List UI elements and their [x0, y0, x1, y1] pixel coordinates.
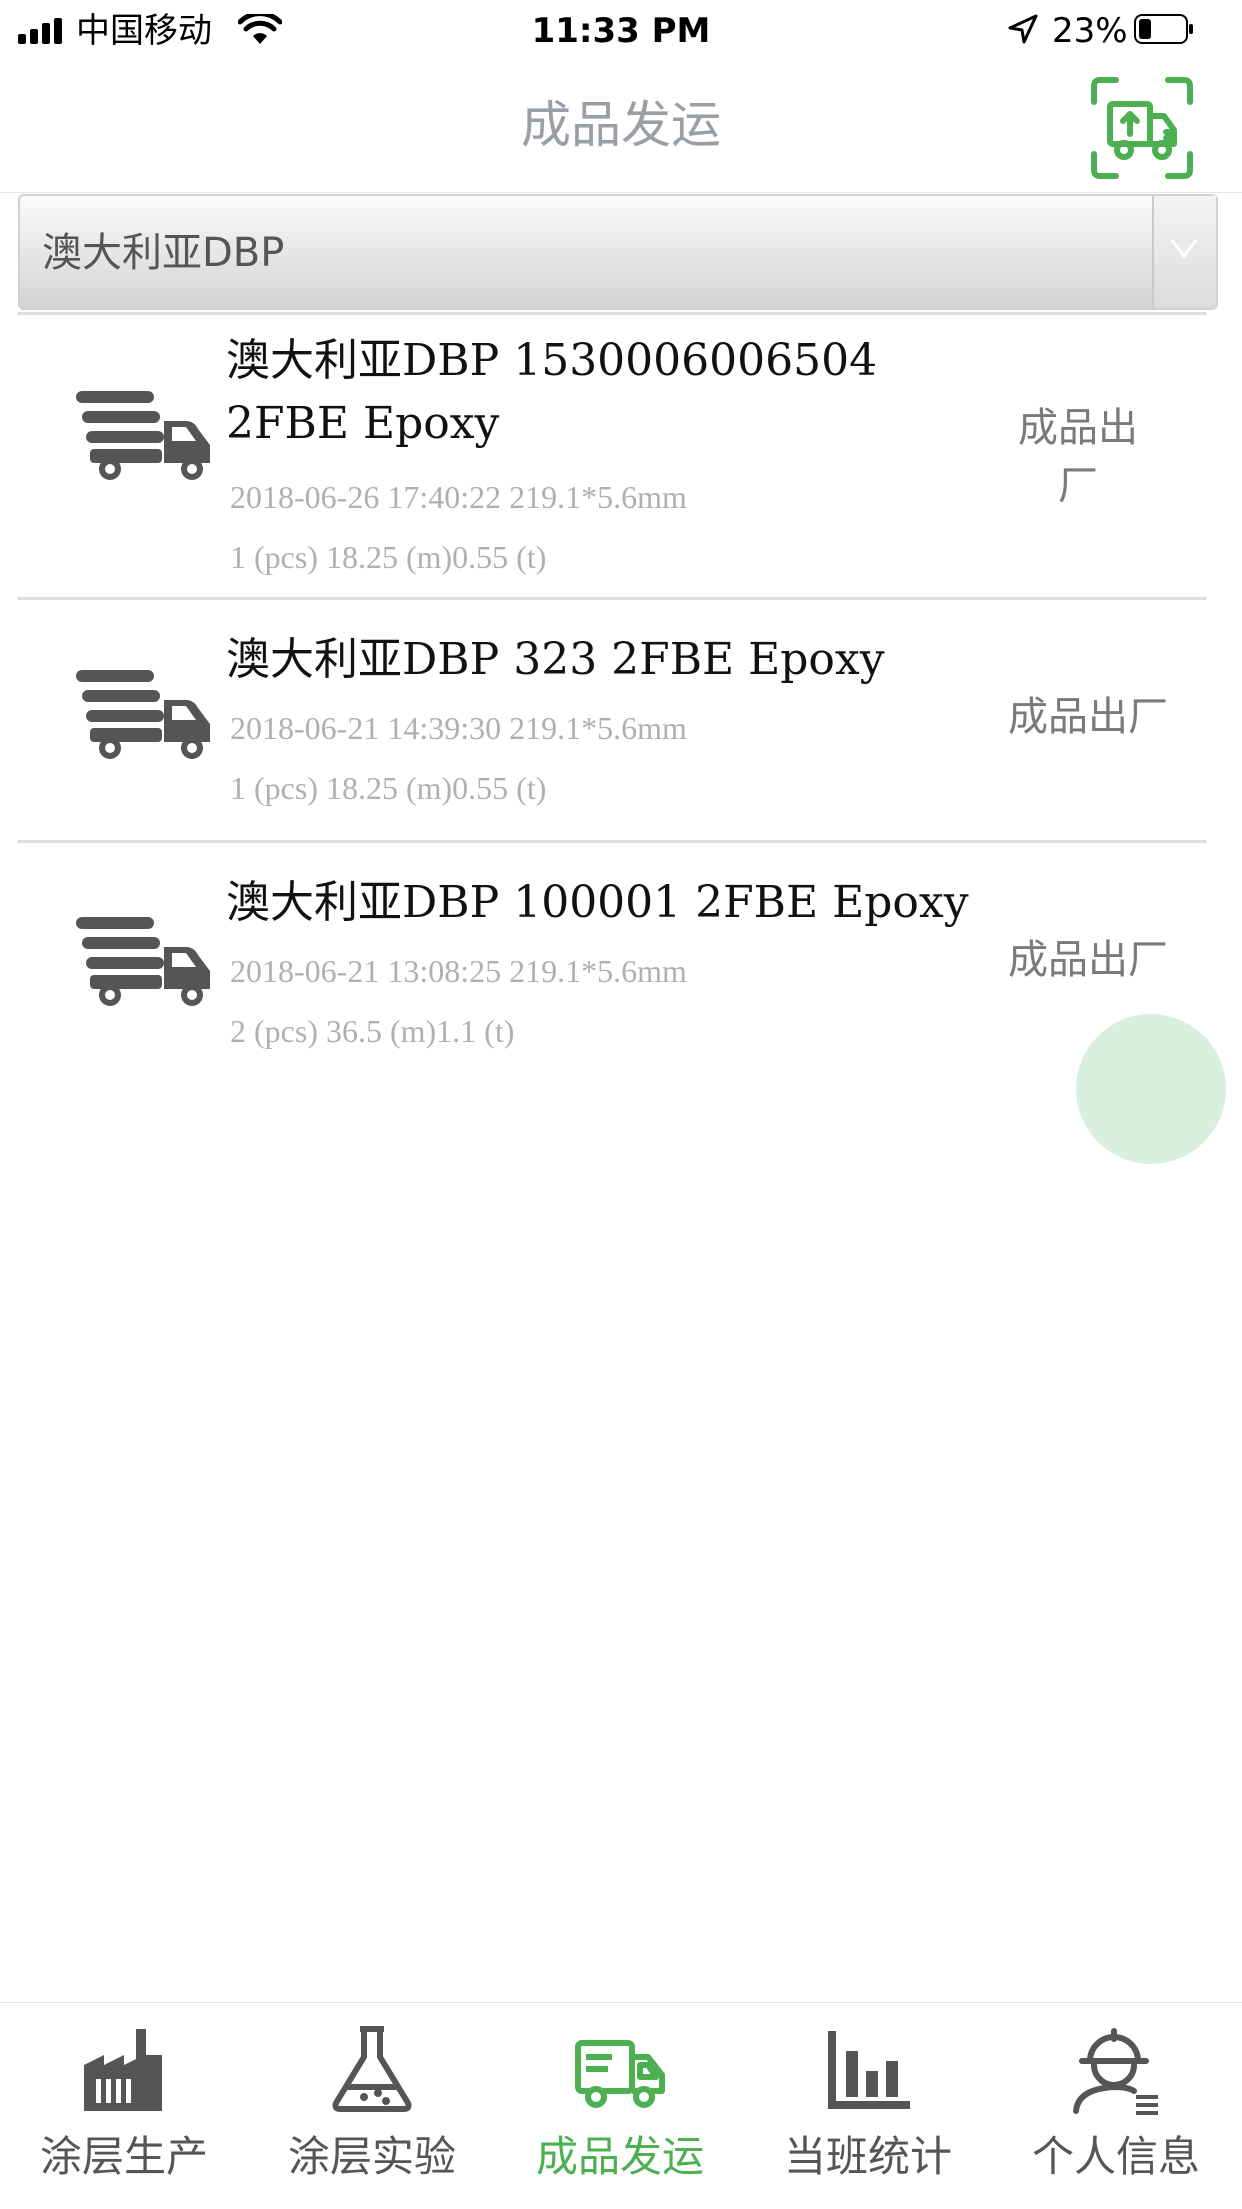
- battery-percentage: 23%: [1052, 11, 1128, 51]
- tab-product-shipping[interactable]: 成品发运: [496, 2003, 744, 2209]
- tab-label: 涂层生产: [39, 2132, 208, 2181]
- shipment-pcs: 2 (pcs): [230, 1013, 318, 1049]
- shipment-title: 澳大利亚DBP 1530006006504 2FBE Epoxy: [226, 335, 878, 449]
- truck-icon: [76, 670, 210, 759]
- shipment-row[interactable]: 澳大利亚DBP 100001 2FBE Epoxy 2018-06-21 13:…: [18, 840, 1206, 1083]
- flask-icon: [332, 2026, 412, 2112]
- bottom-tab-bar: 涂层生产 涂层实验 成品发运 当班统计 个人信息: [0, 2002, 1242, 2209]
- filter-dropdown[interactable]: 澳大利亚DBP: [18, 194, 1218, 310]
- tab-shift-statistics[interactable]: 当班统计: [744, 2003, 992, 2209]
- shipment-row[interactable]: 澳大利亚DBP 1530006006504 2FBE Epoxy 2018-06…: [18, 312, 1206, 597]
- shipment-row[interactable]: 澳大利亚DBP 323 2FBE Epoxy 2018-06-21 14:39:…: [18, 597, 1206, 840]
- bar-chart-icon: [828, 2031, 910, 2109]
- shipment-status: 成品出厂: [1008, 937, 1168, 983]
- factory-icon: [84, 2029, 162, 2111]
- tab-coating-production[interactable]: 涂层生产: [0, 2003, 248, 2209]
- tab-label: 个人信息: [1031, 2132, 1200, 2181]
- truck-icon: [76, 917, 210, 1006]
- page-title: 成品发运: [521, 96, 721, 154]
- shipment-meters: 36.5 (m): [325, 1013, 437, 1049]
- battery-icon: [1134, 14, 1193, 44]
- worker-icon: [1073, 2028, 1158, 2115]
- chevron-down-icon: [1170, 239, 1198, 259]
- tab-label: 当班统计: [783, 2132, 952, 2181]
- navigation-bar: 成品发运: [0, 60, 1242, 193]
- tab-label: 涂层实验: [287, 2132, 456, 2181]
- tab-personal-info[interactable]: 个人信息: [992, 2003, 1240, 2209]
- shipment-meters: 18.25 (m): [325, 539, 453, 575]
- truck-scan-icon[interactable]: [1088, 74, 1196, 182]
- shipment-list: 澳大利亚DBP 1530006006504 2FBE Epoxy 2018-06…: [0, 312, 1242, 1083]
- shipment-tons: 0.55 (t): [452, 770, 547, 806]
- truck-icon: [575, 2040, 665, 2108]
- shipment-datetime-spec: 2018-06-26 17:40:22 219.1*5.6mm: [230, 479, 687, 515]
- shipment-datetime-spec: 2018-06-21 13:08:25 219.1*5.6mm: [230, 953, 687, 989]
- shipment-datetime-spec: 2018-06-21 14:39:30 219.1*5.6mm: [230, 710, 687, 746]
- shipment-status: 成品出厂: [1008, 694, 1168, 740]
- shipment-title: 澳大利亚DBP 100001 2FBE Epoxy: [226, 877, 969, 928]
- shipment-tons: 0.55 (t): [452, 539, 547, 575]
- shipment-status: 成品出厂: [1018, 405, 1138, 509]
- tab-label: 成品发运: [535, 2132, 704, 2181]
- dropdown-toggle[interactable]: [1152, 196, 1216, 308]
- shipment-meters: 18.25 (m): [325, 770, 453, 806]
- shipment-pcs: 1 (pcs): [230, 539, 318, 575]
- shipment-quantities: 1 (pcs) 18.25 (m)0.55 (t): [230, 768, 546, 808]
- shipment-title: 澳大利亚DBP 323 2FBE Epoxy: [226, 634, 885, 685]
- truck-icon: [76, 391, 210, 480]
- shipment-quantities: 1 (pcs) 18.25 (m)0.55 (t): [230, 537, 546, 577]
- shipment-quantities: 2 (pcs) 36.5 (m)1.1 (t): [230, 1011, 514, 1051]
- floating-action-button[interactable]: [1076, 1014, 1226, 1164]
- tab-coating-test[interactable]: 涂层实验: [248, 2003, 496, 2209]
- shipment-pcs: 1 (pcs): [230, 770, 318, 806]
- dropdown-selected-value: 澳大利亚DBP: [42, 230, 285, 276]
- location-arrow-icon: [1008, 14, 1038, 44]
- status-bar: 中国移动 11:33 PM 23%: [0, 0, 1242, 60]
- shipment-tons: 1.1 (t): [436, 1013, 515, 1049]
